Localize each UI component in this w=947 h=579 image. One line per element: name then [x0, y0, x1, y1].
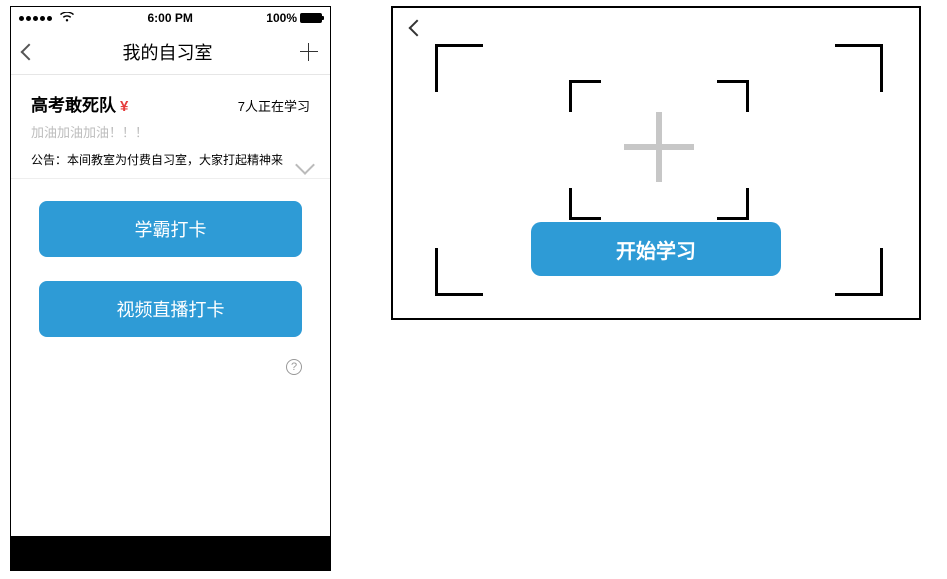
wifi-icon [60, 11, 74, 25]
phone-mockup: 6:00 PM 100% 我的自习室 高考敢死队 ¥ 7人正在学习 加油加油加油… [10, 6, 331, 571]
room-card[interactable]: 高考敢死队 ¥ 7人正在学习 加油加油加油！！！ 公告：本间教室为付费自习室，大… [11, 75, 330, 179]
signal-dots-icon [19, 16, 52, 21]
status-bar: 6:00 PM 100% [11, 7, 330, 29]
panel-back-icon[interactable] [409, 20, 426, 37]
video-checkin-button[interactable]: 视频直播打卡 [39, 281, 302, 337]
study-count: 7人正在学习 [238, 96, 310, 115]
nav-bar: 我的自习室 [11, 29, 330, 75]
room-name: 高考敢死队 ¥ [31, 91, 128, 116]
page-title: 我的自习室 [35, 39, 300, 65]
start-study-button[interactable]: 开始学习 [531, 222, 781, 276]
crosshair-icon [624, 112, 694, 182]
camera-panel: 开始学习 [391, 6, 921, 320]
battery-icon [300, 13, 322, 23]
viewfinder-inner [569, 80, 749, 220]
bottom-bar [11, 536, 330, 570]
room-notice: 公告：本间教室为付费自习室，大家打起精神来 [31, 151, 310, 170]
paid-badge: ¥ [120, 98, 128, 115]
room-subtitle: 加油加油加油！！！ [31, 122, 310, 141]
battery-percent: 100% [266, 11, 297, 25]
status-time: 6:00 PM [74, 11, 266, 25]
help-icon[interactable]: ? [286, 359, 302, 375]
checkin-button[interactable]: 学霸打卡 [39, 201, 302, 257]
add-icon[interactable] [300, 43, 318, 61]
